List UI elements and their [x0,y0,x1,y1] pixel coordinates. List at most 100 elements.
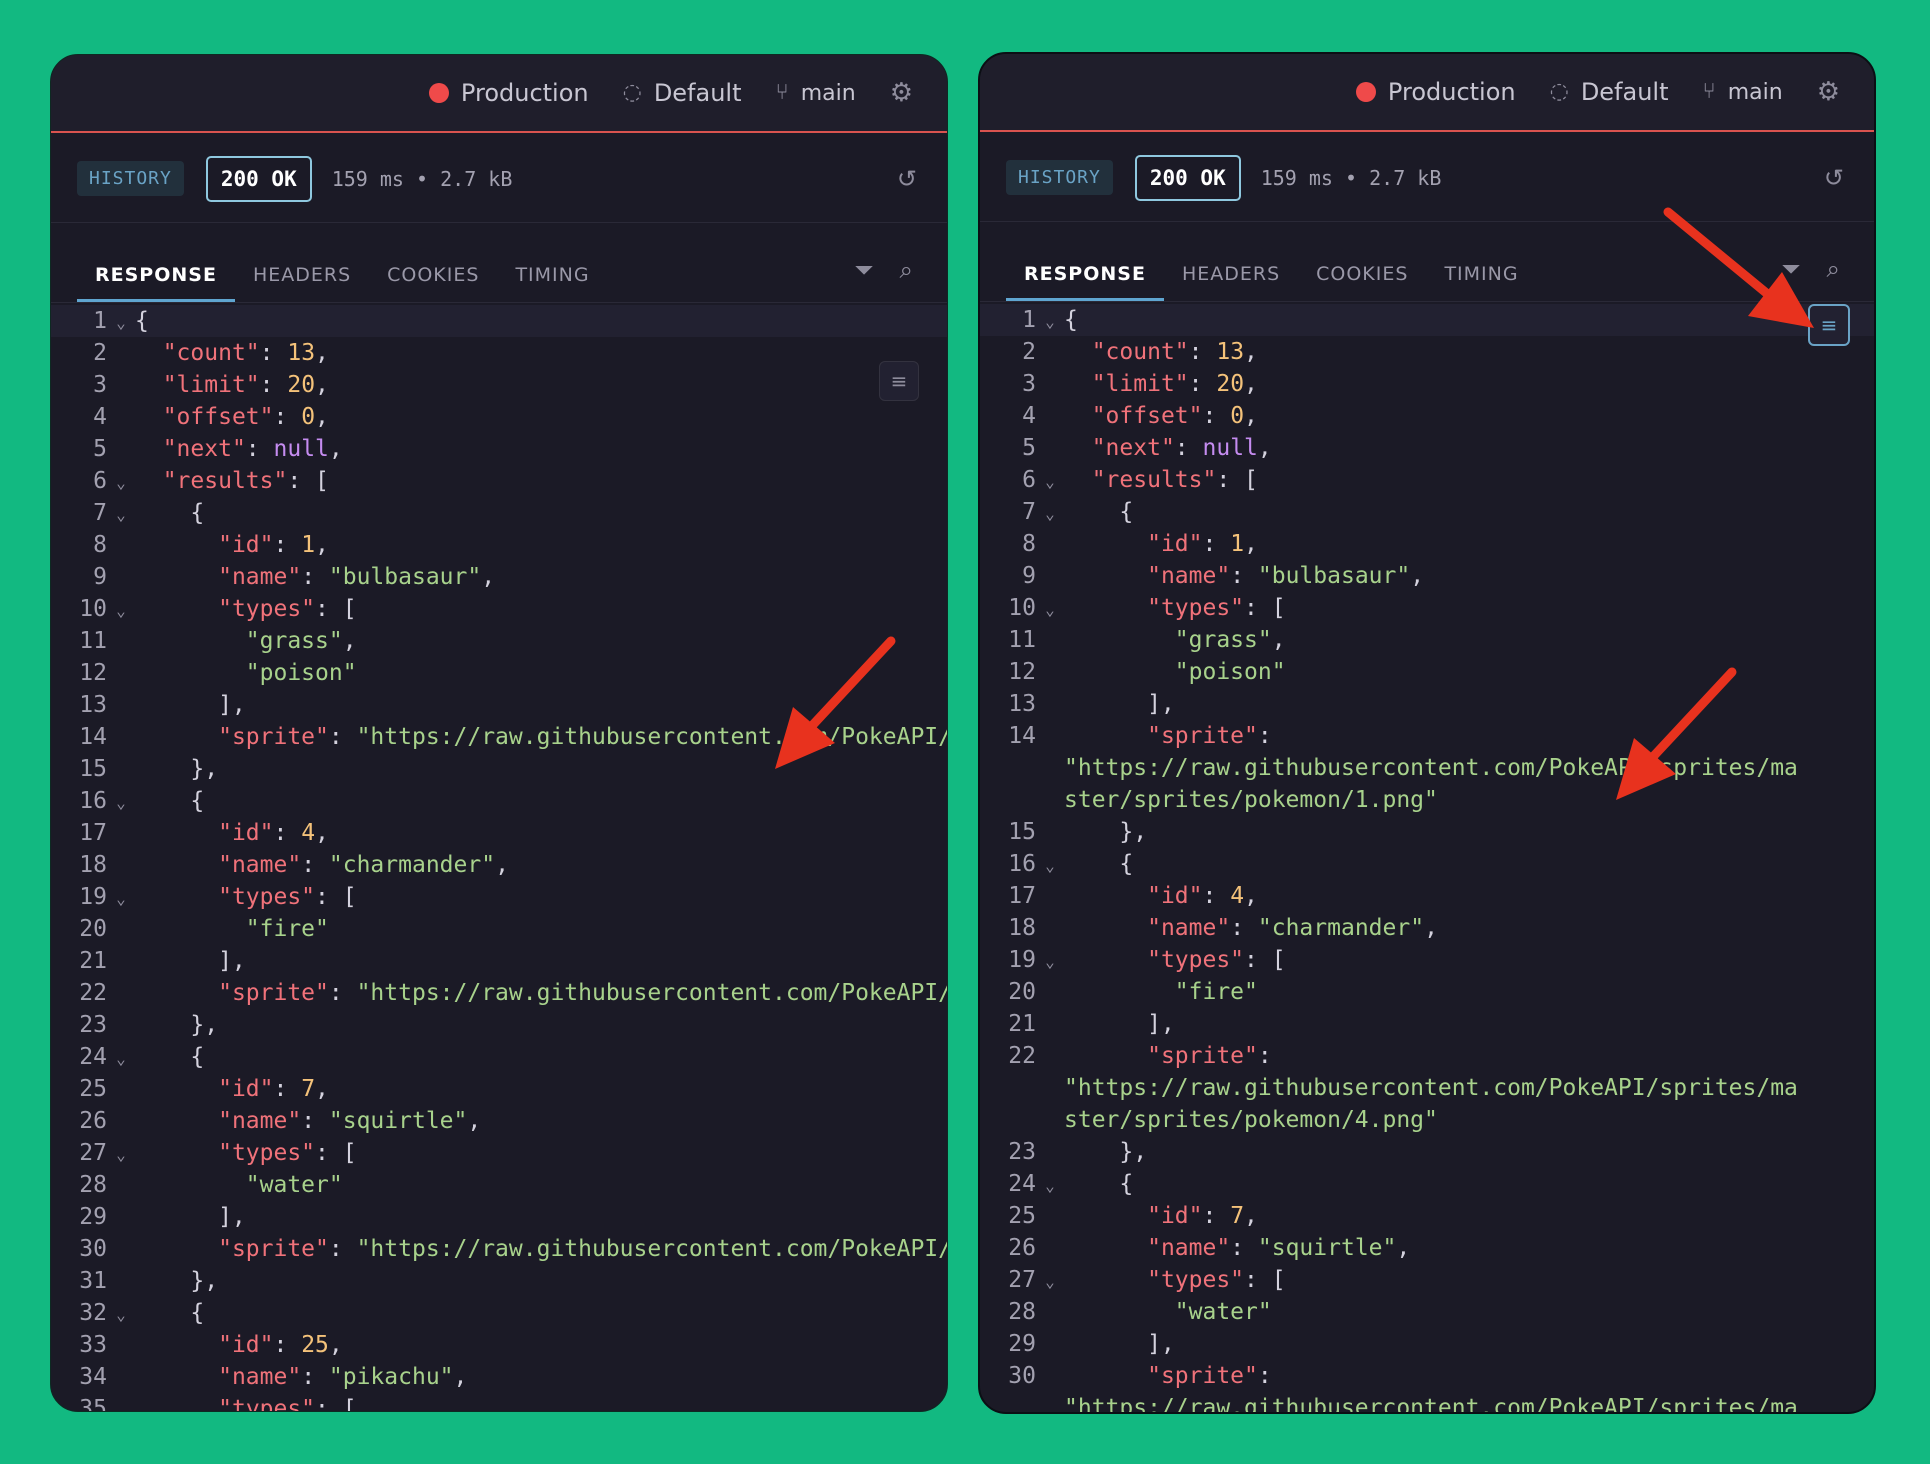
line-number: 19 [1008,947,1036,973]
code-token: , [315,372,329,398]
line-number: 2 [93,340,107,366]
code-token: "name" [1147,1235,1231,1261]
line-text: "sprite": [1064,1363,1272,1389]
chevron-down-icon[interactable]: ⌄ [107,787,135,819]
code-token: "id" [218,820,274,846]
code-line: 30 "sprite": [980,1360,1874,1392]
chevron-down-icon[interactable]: ⌄ [1036,466,1064,498]
line-text: "types": [ [135,884,356,910]
chevron-down-icon[interactable]: ⌄ [1036,946,1064,978]
wrap-lines-button[interactable]: ≡ [879,361,919,401]
environment-selector[interactable]: Production [428,79,589,107]
code-view[interactable]: 1 ⌄{2 "count": 13, 3 "limit": 20, 4 "offset… [51,305,947,1411]
code-token: "types" [1147,1267,1245,1293]
line-text: "id": 1, [135,532,329,558]
code-token: : [1202,403,1231,429]
tab-cookies[interactable]: COOKIES [369,264,497,302]
history-icon[interactable]: ↺ [1824,164,1844,192]
tab-timing[interactable]: TIMING [1426,263,1536,301]
code-token: "bulbasaur" [328,564,482,590]
line-number: 21 [1008,1011,1036,1037]
history-badge[interactable]: HISTORY [77,161,184,196]
code-view[interactable]: 1 ⌄{2 "count": 13, 3 "limit": 20, 4 "offset… [980,304,1874,1412]
filter-icon[interactable]: ⏷ [854,256,873,284]
search-icon[interactable]: ⌕ [900,256,913,284]
line-text: "limit": 20, [135,372,329,398]
code-token: , [1257,435,1272,461]
code-token: "water" [1174,1299,1272,1325]
code-token: "name" [218,1108,302,1134]
code-line: "https://raw.githubusercontent.com/PokeA… [980,1072,1874,1104]
tab-headers[interactable]: HEADERS [1164,263,1298,301]
code-line: 33 "id": 25, [51,1329,947,1361]
environment-label: Production [460,79,589,107]
code-token: }, [135,1012,219,1038]
chevron-down-icon[interactable]: ⌄ [107,467,135,499]
history-icon[interactable]: ↺ [897,165,917,193]
tab-timing[interactable]: TIMING [497,264,607,302]
code-line: 30 "sprite": "https://raw.githubusercont… [51,1233,947,1265]
chevron-down-icon[interactable]: ⌄ [1036,1170,1064,1202]
line-text: "name": "charmander", [135,852,509,878]
code-line: 6 ⌄ "results": [ [980,464,1874,496]
history-badge[interactable]: HISTORY [1006,160,1113,195]
chevron-down-icon[interactable]: ⌄ [1036,594,1064,626]
line-number: 23 [79,1012,107,1038]
chevron-down-icon[interactable]: ⌄ [107,1043,135,1075]
environment-selector[interactable]: Production [1355,78,1516,106]
tab-response[interactable]: RESPONSE [77,264,235,302]
chevron-down-icon[interactable]: ⌄ [1036,498,1064,530]
theme-selector[interactable]: ◌ Default [1550,78,1669,106]
tab-headers[interactable]: HEADERS [235,264,369,302]
code-line: 8 "id": 1, [980,528,1874,560]
line-text: ], [135,1204,246,1230]
theme-selector[interactable]: ◌ Default [623,79,742,107]
chevron-down-icon[interactable]: ⌄ [107,1299,135,1331]
chevron-down-icon[interactable]: ⌄ [107,499,135,531]
branch-label: main [1727,79,1783,105]
chevron-down-icon[interactable]: ⌄ [107,595,135,627]
gear-icon[interactable]: ⚙ [1817,79,1840,105]
chevron-down-icon[interactable]: ⌄ [1036,1266,1064,1298]
chevron-down-icon[interactable]: ⌄ [107,1139,135,1171]
meta-separator: • [1345,165,1358,190]
branch-selector[interactable]: ⑂ main [776,81,856,106]
chevron-down-icon[interactable]: ⌄ [107,1395,135,1411]
line-text: }, [1064,1139,1147,1165]
branch-selector[interactable]: ⑂ main [1703,80,1783,105]
code-token: "name" [218,564,302,590]
chevron-down-icon[interactable]: ⌄ [1036,850,1064,882]
code-token: "sprite" [218,724,329,750]
chevron-down-icon[interactable]: ⌄ [107,883,135,915]
search-icon[interactable]: ⌕ [1827,255,1840,283]
code-line: 7 ⌄ { [980,496,1874,528]
code-token: { [1064,1171,1134,1197]
code-token: , [328,1332,343,1358]
code-token: 13 [1216,339,1245,365]
tab-cookies[interactable]: COOKIES [1298,263,1426,301]
line-number: 19 [79,884,107,910]
code-token: , [315,1076,329,1102]
code-token: , [1244,531,1258,557]
line-number: 18 [79,852,107,878]
line-number: 25 [1008,1203,1036,1229]
code-token: 0 [301,404,316,430]
chevron-down-icon[interactable]: ⌄ [1036,306,1064,338]
tab-response[interactable]: RESPONSE [1006,263,1164,301]
code-token: : [ [315,1140,357,1166]
line-text: "poison" [135,660,357,686]
line-text: "sprite": [1064,1043,1272,1069]
code-line: 21 ], [980,1008,1874,1040]
chevron-down-icon[interactable]: ⌄ [107,307,135,339]
gear-icon[interactable]: ⚙ [890,80,913,106]
code-token: 20 [1216,371,1245,397]
code-line: 29 ], [51,1201,947,1233]
line-text: "types": [ [135,596,356,622]
